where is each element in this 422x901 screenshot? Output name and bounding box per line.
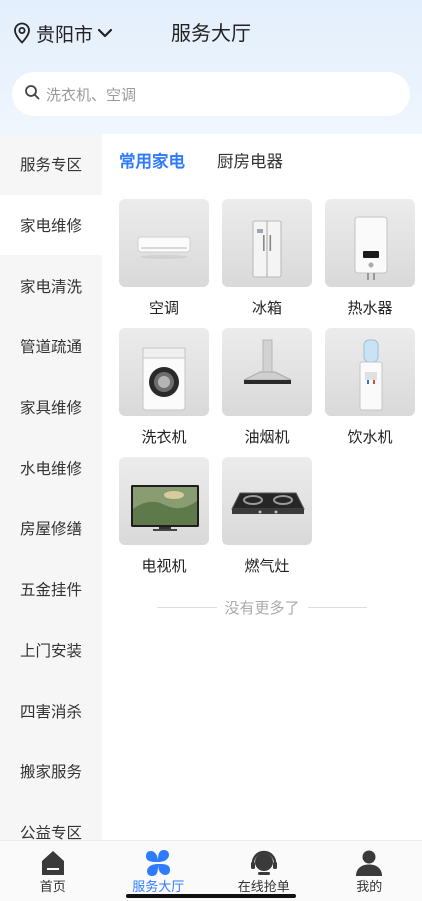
sidebar-item-appliance-repair[interactable]: 家电维修 (0, 194, 102, 256)
product-label: 热水器 (347, 299, 393, 317)
tabbar-mine[interactable]: 我的 (317, 841, 422, 901)
gas-stove-image (222, 457, 312, 545)
tab-common-appliances[interactable]: 常用家电 (119, 151, 185, 173)
sidebar-item-label: 家电维修 (19, 217, 82, 236)
sidebar-item-label: 上门安装 (19, 641, 82, 660)
service-hall-icon (143, 848, 173, 878)
category-sidebar: 服务专区 家电维修 家电清洗 管道疏通 家具维修 水电维修 房屋修缮 五金挂件 … (0, 134, 102, 840)
air-conditioner-image (119, 199, 209, 287)
tabbar-label: 首页 (39, 880, 66, 895)
tabbar-service-hall[interactable]: 服务大厅 (106, 841, 212, 901)
search-input[interactable]: 洗衣机、空调 (12, 72, 410, 116)
television-image (119, 457, 209, 545)
headset-icon (249, 848, 279, 878)
product-label: 电视机 (141, 557, 187, 575)
product-card[interactable]: 热水器 (325, 199, 415, 318)
product-card[interactable]: 冰箱 (222, 199, 312, 318)
product-card[interactable]: 饮水机 (325, 328, 415, 447)
product-label: 油烟机 (244, 428, 290, 446)
product-grid: 空调 冰箱 热水器 洗衣机 油烟机 饮水机 电视机 燃气灶 (119, 199, 419, 576)
product-card[interactable]: 洗衣机 (119, 328, 209, 447)
sidebar-item-appliance-cleaning[interactable]: 家电清洗 (0, 255, 102, 316)
search-placeholder: 洗衣机、空调 (46, 85, 137, 104)
tabbar-label: 我的 (356, 880, 383, 895)
divider-line (307, 607, 368, 608)
page-title: 服务大厅 (171, 21, 251, 45)
sidebar-item-plumbing-electric[interactable]: 水电维修 (0, 437, 102, 498)
sidebar-item-house-repair[interactable]: 房屋修缮 (0, 498, 102, 559)
user-icon (354, 848, 384, 878)
sidebar-item-hardware[interactable]: 五金挂件 (0, 559, 102, 620)
home-icon (38, 848, 68, 878)
product-label: 空调 (148, 299, 179, 317)
sidebar-item-label: 家电清洗 (19, 277, 82, 296)
product-card[interactable]: 空调 (119, 199, 209, 318)
product-label: 洗衣机 (141, 428, 187, 446)
sidebar-item-label: 五金挂件 (19, 581, 82, 600)
home-indicator (126, 894, 296, 898)
product-label: 饮水机 (347, 428, 393, 446)
water-dispenser-image (325, 328, 415, 416)
product-label: 冰箱 (251, 299, 282, 317)
product-label: 燃气灶 (244, 557, 290, 575)
tabbar-home[interactable]: 首页 (0, 841, 106, 901)
water-heater-image (325, 199, 415, 287)
product-card[interactable]: 油烟机 (222, 328, 312, 447)
range-hood-image (222, 328, 312, 416)
sidebar-item-furniture-repair[interactable]: 家具维修 (0, 377, 102, 438)
sidebar-item-label: 水电维修 (19, 459, 82, 478)
main-content: 常用家电 厨房电器 空调 冰箱 热水器 洗衣机 油烟机 饮水机 电视机 燃气灶 … (102, 134, 422, 840)
sidebar-item-installation[interactable]: 上门安装 (0, 620, 102, 681)
refrigerator-image (222, 199, 312, 287)
sidebar-item-pipe-unclogging[interactable]: 管道疏通 (0, 316, 102, 377)
sidebar-item-label: 管道疏通 (19, 338, 82, 357)
sidebar-item-label: 房屋修缮 (19, 520, 82, 539)
search-icon (24, 84, 40, 104)
bottom-tab-bar: 首页 服务大厅 在线抢单 我的 (0, 840, 422, 901)
tabbar-grab-orders[interactable]: 在线抢单 (211, 841, 317, 901)
washing-machine-image (119, 328, 209, 416)
sidebar-item-label: 家具维修 (19, 399, 82, 418)
product-card[interactable]: 电视机 (119, 457, 209, 576)
sidebar-item-label: 服务专区 (19, 156, 82, 175)
divider-line (157, 607, 217, 608)
sidebar-item-pest-control[interactable]: 四害消杀 (0, 680, 102, 741)
sidebar-item-label: 公益专区 (19, 823, 82, 840)
tab-kitchen-appliances[interactable]: 厨房电器 (217, 151, 283, 173)
sidebar-item-label: 四害消杀 (19, 702, 82, 721)
no-more-divider: 没有更多了 (157, 597, 368, 618)
product-card[interactable]: 燃气灶 (222, 457, 312, 576)
sidebar-item-charity[interactable]: 公益专区 (0, 802, 102, 840)
sidebar-item-label: 搬家服务 (19, 763, 82, 782)
category-tabs: 常用家电 厨房电器 (119, 151, 283, 173)
sidebar-item-moving[interactable]: 搬家服务 (0, 741, 102, 802)
sidebar-item-service-zone[interactable]: 服务专区 (0, 134, 102, 195)
no-more-text: 没有更多了 (224, 599, 300, 617)
